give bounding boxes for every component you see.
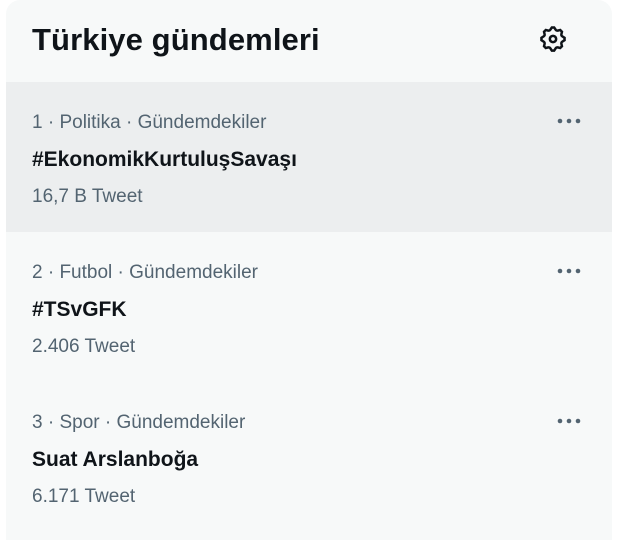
trend-tweet-count: 16,7 B Tweet bbox=[32, 186, 143, 207]
more-options-button[interactable] bbox=[552, 108, 586, 134]
trend-meta: 1 · Politika · Gündemdekiler bbox=[32, 112, 267, 133]
trend-item[interactable]: 1 · Politika · Gündemdekiler #EkonomikKu… bbox=[6, 82, 612, 232]
trend-tweet-count: 6.171 Tweet bbox=[32, 486, 136, 507]
trends-panel: Türkiye gündemleri 1 · Politika · Gündem… bbox=[6, 0, 612, 540]
more-horizontal-icon bbox=[557, 268, 581, 274]
trend-item[interactable]: 3 · Spor · Gündemdekiler Suat Arslanboğa… bbox=[6, 382, 612, 532]
gear-icon bbox=[540, 26, 566, 52]
more-horizontal-icon bbox=[557, 418, 581, 424]
trends-header: Türkiye gündemleri bbox=[6, 0, 612, 82]
more-horizontal-icon bbox=[557, 118, 581, 124]
more-options-button[interactable] bbox=[552, 258, 586, 284]
more-options-button[interactable] bbox=[552, 408, 586, 434]
trend-item[interactable]: 2 · Futbol · Gündemdekiler #TSvGFK 2.406… bbox=[6, 232, 612, 382]
trend-name: Suat Arslanboğa bbox=[32, 448, 199, 471]
trend-name: #EkonomikKurtuluşSavaşı bbox=[32, 148, 297, 171]
trend-name: #TSvGFK bbox=[32, 298, 127, 321]
trend-list: 1 · Politika · Gündemdekiler #EkonomikKu… bbox=[6, 82, 612, 532]
settings-button[interactable] bbox=[536, 22, 570, 56]
trends-title: Türkiye gündemleri bbox=[32, 22, 320, 57]
trend-meta: 3 · Spor · Gündemdekiler bbox=[32, 412, 246, 433]
trend-meta: 2 · Futbol · Gündemdekiler bbox=[32, 262, 258, 283]
trend-tweet-count: 2.406 Tweet bbox=[32, 336, 136, 357]
